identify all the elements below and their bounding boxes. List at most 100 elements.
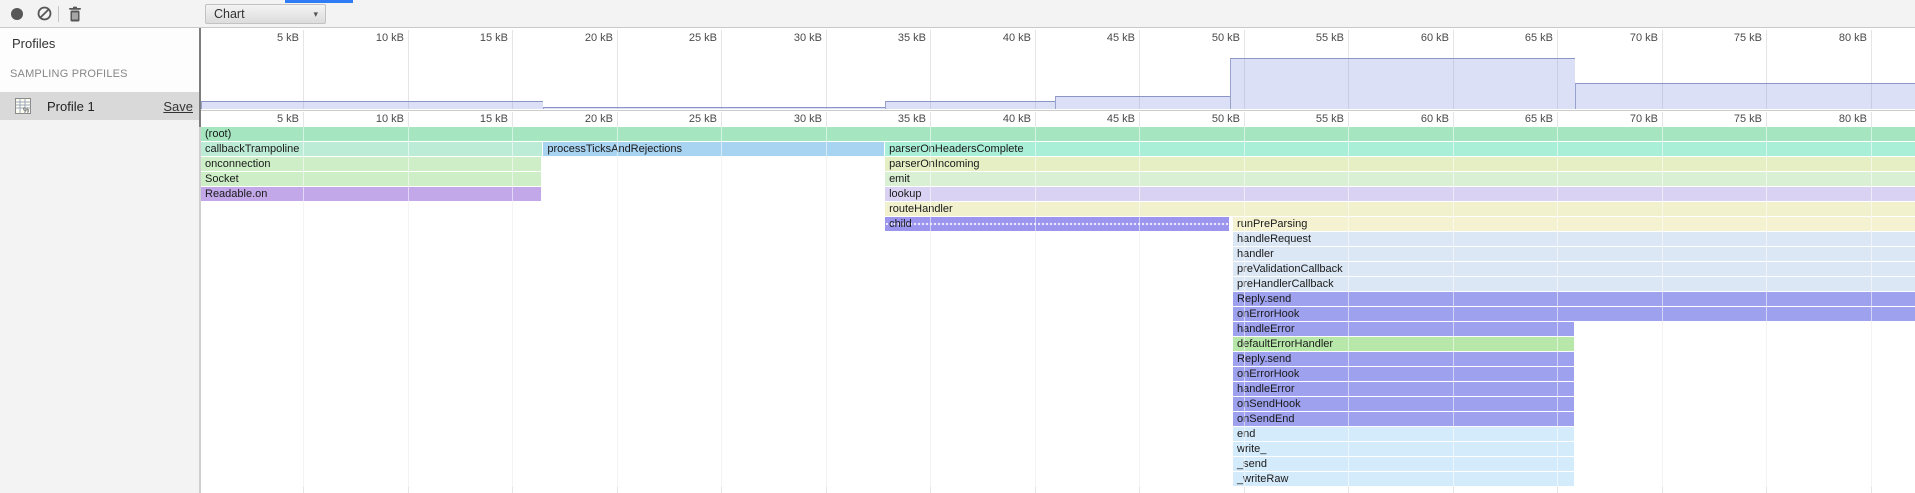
overview-divider — [199, 110, 1915, 111]
overview-ruler-label: 40 kB — [1003, 32, 1031, 44]
detail-ruler-label: 45 kB — [1107, 113, 1135, 125]
detail-gridline-overlay — [1139, 127, 1140, 487]
detail-gridline-overlay — [617, 127, 618, 487]
detail-gridline-overlay — [1871, 127, 1872, 487]
flame-bar[interactable]: onSendEnd — [1233, 412, 1574, 426]
sidebar: Profiles SAMPLING PROFILES % Profile 1 S… — [0, 28, 199, 493]
active-tab-indicator — [285, 0, 353, 3]
flame-bar[interactable]: handleRequest — [1233, 232, 1915, 246]
delete-profile-button[interactable] — [63, 0, 87, 27]
flame-bar[interactable]: routeHandler — [885, 202, 1915, 216]
detail-gridline-overlay — [1035, 127, 1036, 487]
flame-bar[interactable]: onErrorHook — [1233, 307, 1915, 321]
flame-chart-pane: 5 kB5 kB10 kB10 kB15 kB15 kB20 kB20 kB25… — [199, 28, 1915, 493]
detail-gridline-overlay — [303, 127, 304, 487]
overview-ruler-label: 20 kB — [585, 32, 613, 44]
overview-ruler-label: 60 kB — [1421, 32, 1449, 44]
sidebar-title: Profiles — [12, 36, 55, 51]
detail-ruler-label: 15 kB — [480, 113, 508, 125]
flame-bar[interactable]: handleError — [1233, 322, 1574, 336]
overview-ruler-label: 70 kB — [1630, 32, 1658, 44]
record-icon — [11, 8, 23, 20]
detail-ruler-label: 10 kB — [376, 113, 404, 125]
overview-gridline — [408, 30, 409, 109]
detail-ruler-label: 55 kB — [1316, 113, 1344, 125]
detail-gridline-overlay — [721, 127, 722, 487]
record-button[interactable] — [5, 0, 29, 27]
overview-segment[interactable] — [1055, 96, 1230, 109]
overview-ruler-label: 80 kB — [1839, 32, 1867, 44]
flame-bar[interactable]: (root) — [201, 127, 1915, 141]
svg-text:%: % — [23, 108, 29, 115]
detail-gridline-overlay — [826, 127, 827, 487]
detail-gridline-overlay — [408, 127, 409, 487]
overview-segment[interactable] — [1230, 58, 1575, 109]
profile-name: Profile 1 — [47, 99, 163, 114]
overview-ruler-label: 15 kB — [480, 32, 508, 44]
vertical-scrollbar[interactable] — [199, 127, 201, 493]
overview-ruler-label: 10 kB — [376, 32, 404, 44]
overview-ruler-label: 65 kB — [1525, 32, 1553, 44]
sidebar-item-profile-1[interactable]: % Profile 1 Save — [0, 92, 199, 120]
flame-bar[interactable]: end — [1233, 427, 1574, 441]
detail-gridline-overlay — [930, 127, 931, 487]
overview-segment[interactable] — [543, 107, 885, 109]
vertical-scrollbar-thumb[interactable] — [199, 28, 201, 127]
trash-icon — [68, 6, 82, 22]
flame-bar[interactable]: parserOnHeadersComplete — [885, 142, 1915, 156]
clear-icon — [37, 6, 52, 21]
save-profile-link[interactable]: Save — [163, 99, 193, 114]
overview-ruler-label: 45 kB — [1107, 32, 1135, 44]
flame-bar[interactable]: onErrorHook — [1233, 367, 1574, 381]
flame-bar[interactable]: Reply.send — [1233, 292, 1915, 306]
overview-segment[interactable] — [1575, 83, 1915, 109]
overview-gridline — [512, 30, 513, 109]
overview-gridline — [930, 30, 931, 109]
overview-gridline — [826, 30, 827, 109]
overview-gridline — [303, 30, 304, 109]
detail-gridline-overlay — [512, 127, 513, 487]
detail-ruler-label: 20 kB — [585, 113, 613, 125]
flame-bar[interactable]: defaultErrorHandler — [1233, 337, 1574, 351]
detail-gridline-overlay — [1348, 127, 1349, 487]
flame-bar[interactable]: parserOnIncoming — [885, 157, 1915, 171]
flame-bar[interactable]: child — [885, 217, 1229, 231]
detail-gridline-overlay — [1766, 127, 1767, 487]
flame-bar[interactable]: runPreParsing — [1233, 217, 1915, 231]
flame-bar[interactable]: handler — [1233, 247, 1915, 261]
detail-gridline-overlay — [1244, 127, 1245, 487]
sidebar-section-sampling-profiles: SAMPLING PROFILES — [10, 68, 128, 80]
flame-bar[interactable]: Reply.send — [1233, 352, 1574, 366]
flame-bar[interactable]: lookup — [885, 187, 1915, 201]
overview-gridline — [617, 30, 618, 109]
flame-bar[interactable]: handleError — [1233, 382, 1574, 396]
flame-bar[interactable]: _send — [1233, 457, 1574, 471]
clear-button[interactable] — [32, 0, 56, 27]
flame-bar[interactable]: processTicksAndRejections — [543, 142, 884, 156]
detail-ruler-label: 70 kB — [1630, 113, 1658, 125]
detail-ruler-label: 25 kB — [689, 113, 717, 125]
flame-bar[interactable]: callbackTrampoline — [201, 142, 542, 156]
overview-ruler-label: 55 kB — [1316, 32, 1344, 44]
detail-ruler-label: 80 kB — [1839, 113, 1867, 125]
flame-bar[interactable]: write_ — [1233, 442, 1574, 456]
flame-bar[interactable]: preValidationCallback — [1233, 262, 1915, 276]
detail-ruler-label: 35 kB — [898, 113, 926, 125]
flame-bar[interactable]: preHandlerCallback — [1233, 277, 1915, 291]
flame-bar[interactable]: Socket — [201, 172, 541, 186]
flame-bar[interactable]: emit — [885, 172, 1915, 186]
detail-gridline-overlay — [1557, 127, 1558, 487]
overview-ruler-label: 5 kB — [277, 32, 299, 44]
detail-ruler-label: 65 kB — [1525, 113, 1553, 125]
flame-bar[interactable]: onSendHook — [1233, 397, 1574, 411]
overview-ruler-label: 30 kB — [794, 32, 822, 44]
view-mode-select[interactable]: Chart ▾ — [205, 4, 326, 24]
flame-bar[interactable]: _writeRaw — [1233, 472, 1574, 486]
detail-ruler-label: 30 kB — [794, 113, 822, 125]
flame-bar[interactable]: Readable.on — [201, 187, 541, 201]
flame-bar[interactable]: onconnection — [201, 157, 541, 171]
overview-segment[interactable] — [885, 101, 1055, 109]
overview-gridline — [721, 30, 722, 109]
overview-ruler-label: 75 kB — [1734, 32, 1762, 44]
overview-segment[interactable] — [201, 101, 543, 109]
